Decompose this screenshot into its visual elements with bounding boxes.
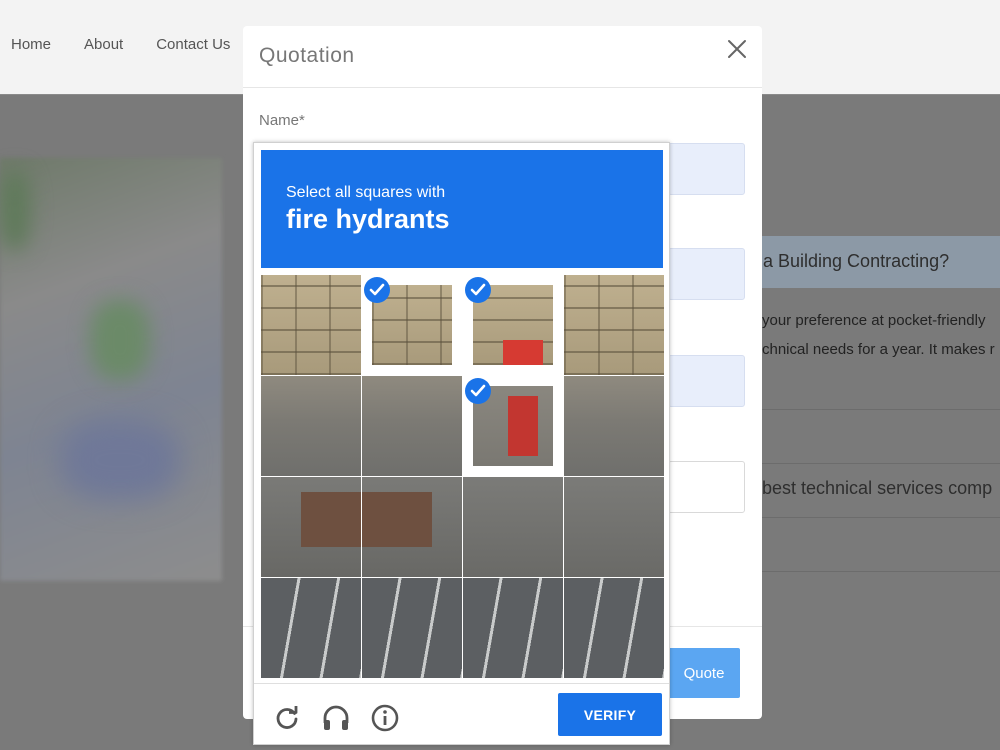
close-icon[interactable] (726, 38, 748, 60)
captcha-tile-image (362, 578, 462, 678)
modal-header: Quotation (243, 26, 762, 88)
info-icon[interactable] (370, 703, 400, 733)
hero-image-detail (90, 300, 150, 380)
reload-icon[interactable] (272, 703, 302, 733)
captcha-tile[interactable] (564, 477, 664, 577)
captcha-instruction: Select all squares with (286, 184, 446, 201)
hero-image-detail (0, 170, 30, 250)
captcha-image-grid (261, 275, 664, 678)
faq-accordion-header[interactable]: a Building Contracting? (755, 236, 1000, 288)
nav-contact-link[interactable]: Contact Us (156, 36, 230, 53)
captcha-tile-image (261, 578, 361, 678)
recaptcha-challenge: Select all squares with fire hydrants VE… (253, 142, 670, 745)
captcha-tile[interactable] (362, 578, 462, 678)
check-icon (465, 378, 491, 404)
captcha-tile[interactable] (261, 477, 361, 577)
divider (755, 409, 1000, 410)
phone-field[interactable] (668, 355, 745, 407)
message-field[interactable] (668, 461, 745, 513)
captcha-tile-image (564, 376, 664, 476)
captcha-tile-image (463, 578, 563, 678)
divider (755, 571, 1000, 572)
email-field[interactable] (668, 248, 745, 300)
captcha-tile-image (362, 376, 462, 476)
faq-accordion-title: a Building Contracting? (763, 251, 950, 271)
captcha-tile[interactable] (261, 578, 361, 678)
captcha-tile[interactable] (261, 275, 361, 375)
check-icon (364, 277, 390, 303)
divider (755, 517, 1000, 518)
faq-answer-line: your preference at pocket-friendly (762, 312, 986, 329)
main-nav: Home About Contact Us (0, 36, 252, 53)
captcha-tile-image (564, 477, 664, 577)
captcha-tile-image (564, 578, 664, 678)
captcha-tile-image (564, 275, 664, 375)
captcha-tile-image (463, 477, 563, 577)
captcha-tile[interactable] (362, 376, 462, 476)
captcha-tile[interactable] (362, 275, 462, 375)
captcha-tile[interactable] (463, 275, 563, 375)
audio-headphones-icon[interactable] (321, 703, 351, 733)
captcha-tile-image (261, 376, 361, 476)
captcha-tile-image (261, 275, 361, 375)
captcha-tile[interactable] (463, 578, 563, 678)
captcha-tile[interactable] (564, 376, 664, 476)
captcha-tile-image (362, 477, 462, 577)
modal-title: Quotation (259, 44, 355, 67)
nav-home-link[interactable]: Home (11, 36, 51, 53)
hero-image-detail (60, 420, 180, 500)
name-field[interactable] (668, 143, 745, 195)
name-field-label: Name* (259, 112, 305, 129)
captcha-tile-image (261, 477, 361, 577)
nav-about-link[interactable]: About (84, 36, 123, 53)
captcha-tile[interactable] (463, 376, 563, 476)
captcha-tile[interactable] (362, 477, 462, 577)
divider (755, 463, 1000, 464)
captcha-target: fire hydrants (286, 204, 450, 234)
faq-answer-line: chnical needs for a year. It makes r (762, 341, 995, 358)
captcha-tile[interactable] (564, 578, 664, 678)
captcha-tile[interactable] (261, 376, 361, 476)
check-icon (465, 277, 491, 303)
captcha-tile[interactable] (564, 275, 664, 375)
captcha-tile[interactable] (463, 477, 563, 577)
submit-quote-button[interactable]: Quote (668, 648, 740, 698)
faq-item-title[interactable]: best technical services comp (762, 478, 992, 499)
captcha-instruction-banner: Select all squares with fire hydrants (261, 150, 663, 268)
verify-button[interactable]: VERIFY (558, 693, 662, 736)
divider (254, 683, 669, 684)
